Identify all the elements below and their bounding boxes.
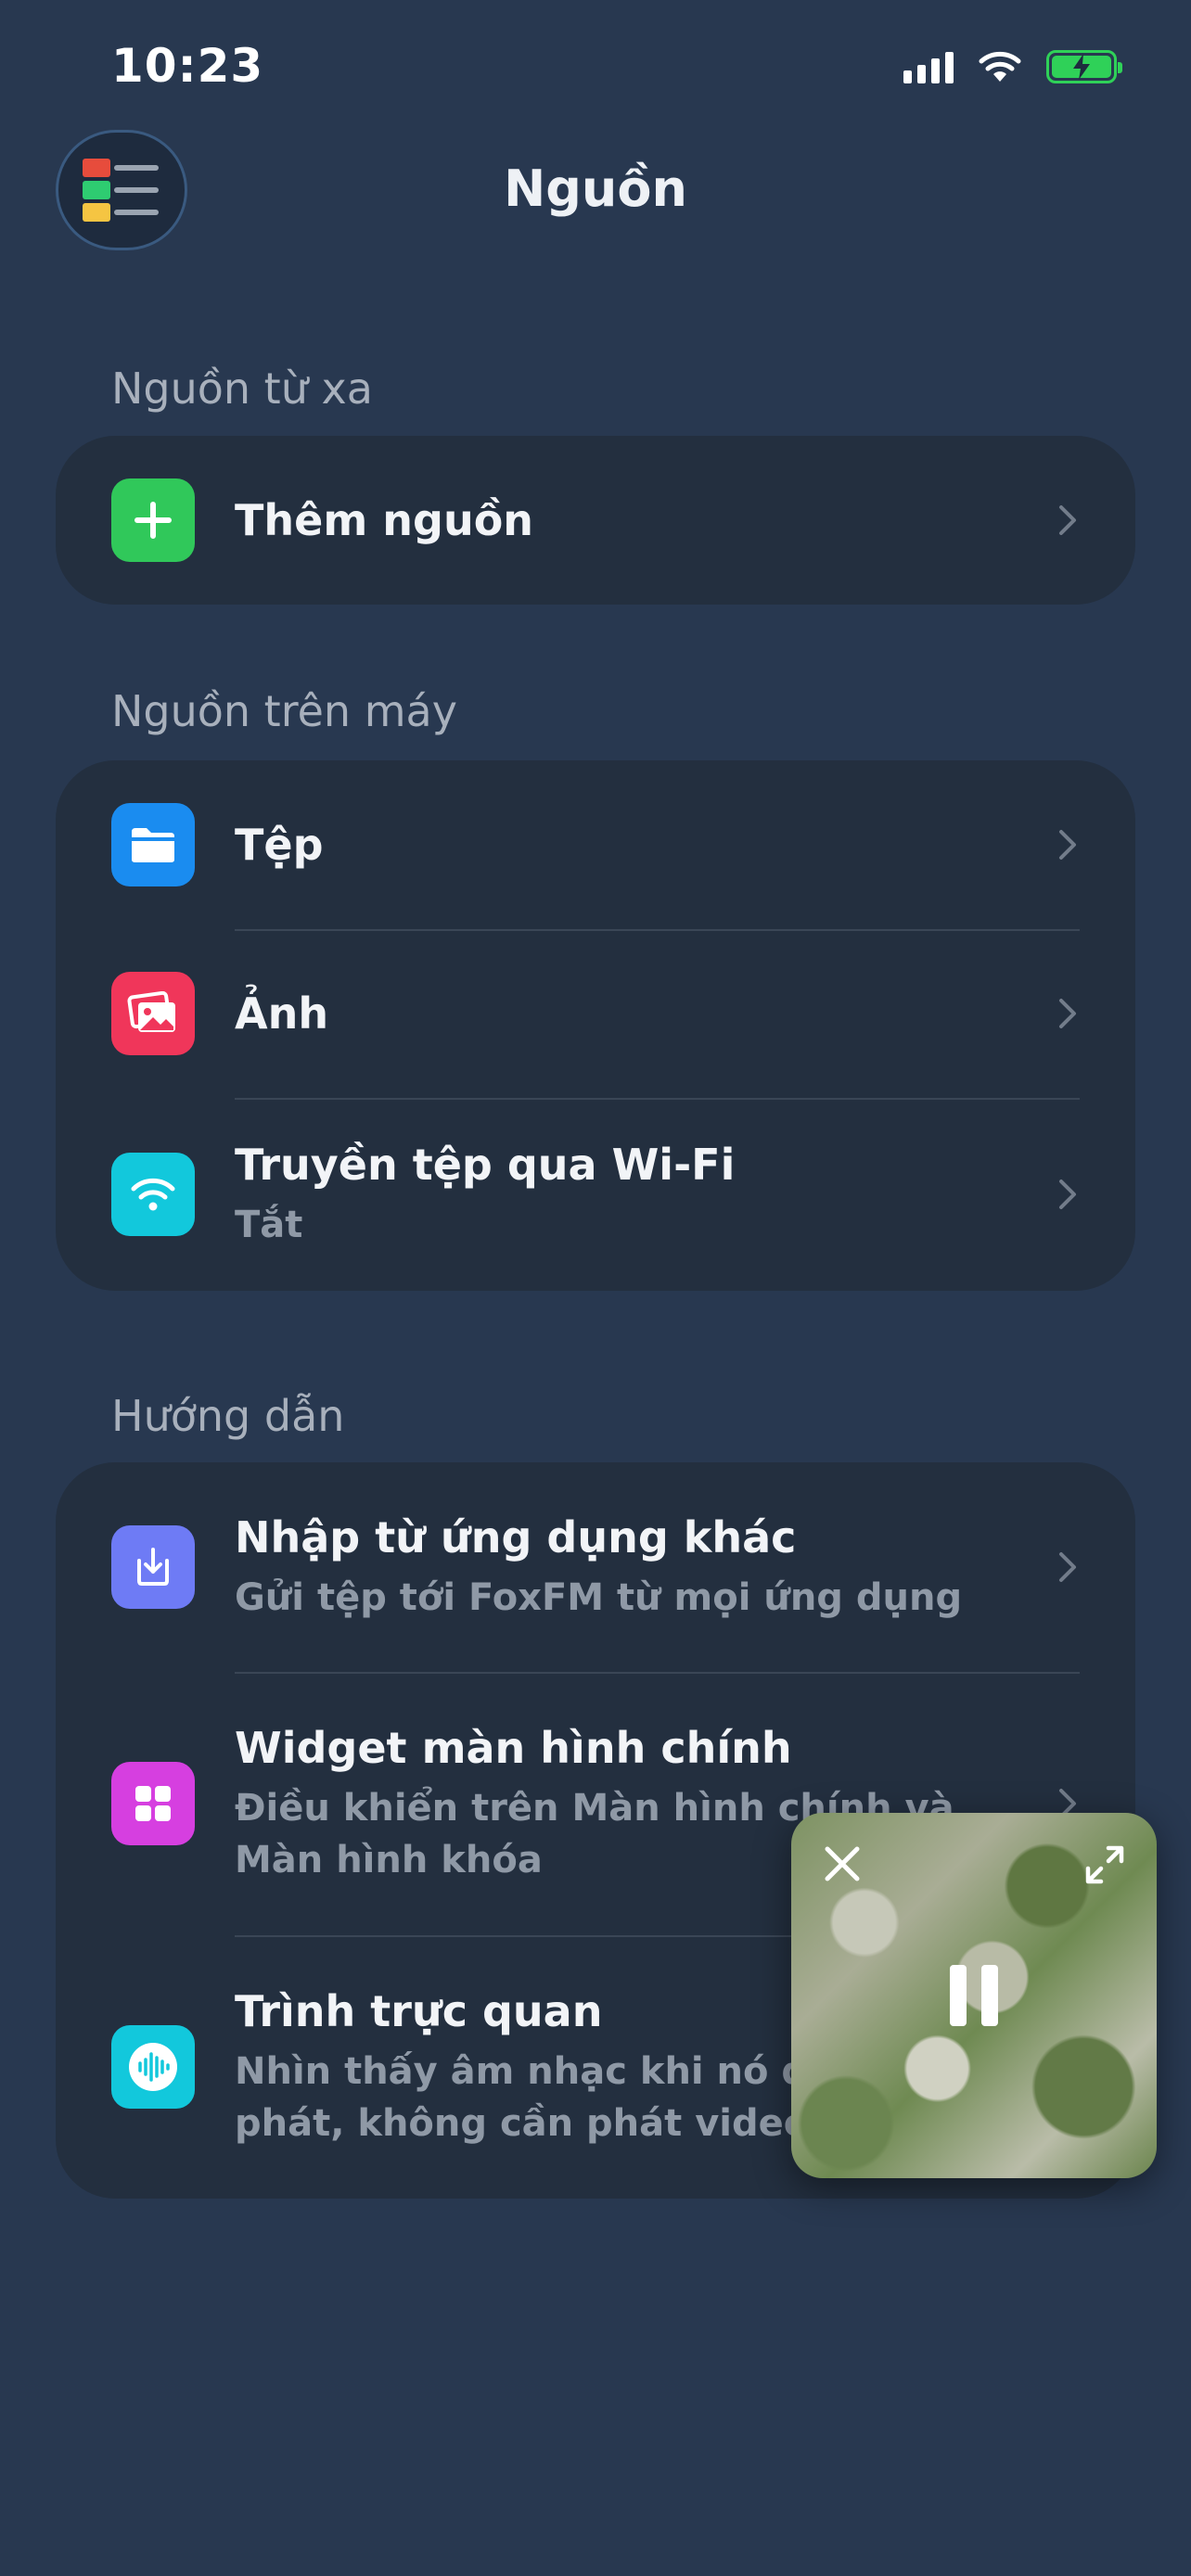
chevron-right-icon [1059, 830, 1076, 860]
row-divider [235, 1098, 1080, 1100]
page-title: Nguồn [504, 159, 687, 218]
photos-row[interactable]: Ảnh [56, 929, 1135, 1098]
add-source-row[interactable]: Thêm nguồn [56, 436, 1135, 605]
status-time: 10:23 [111, 39, 264, 93]
section-label-local: Nguồn trên máy [111, 686, 457, 736]
wifi-icon [979, 51, 1021, 82]
import-guide-subtitle: Gửi tệp tới FoxFM từ mọi ứng dụng [235, 1576, 963, 1619]
row-divider [235, 1672, 1080, 1674]
waveform-icon [111, 2025, 195, 2109]
chevron-right-icon [1059, 505, 1076, 535]
import-guide-title: Nhập từ ứng dụng khác [235, 1512, 797, 1562]
pause-icon [950, 1965, 998, 2026]
wifi-transfer-label: Truyền tệp qua Wi-Fi [235, 1140, 736, 1190]
section-label-guides: Hướng dẫn [111, 1391, 345, 1441]
files-row[interactable]: Tệp [56, 760, 1135, 929]
cellular-signal-icon [903, 50, 954, 83]
expand-icon [1085, 1845, 1124, 1884]
photos-label: Ảnh [235, 988, 329, 1039]
add-source-label: Thêm nguồn [235, 495, 534, 545]
picture-in-picture-player[interactable] [791, 1813, 1157, 2178]
files-label: Tệp [235, 820, 324, 870]
import-icon [111, 1525, 195, 1609]
widget-guide-title: Widget màn hình chính [235, 1723, 792, 1773]
status-icons [903, 50, 1122, 83]
remote-sources-card: Thêm nguồn [56, 436, 1135, 605]
row-divider [235, 929, 1080, 931]
import-guide-row[interactable]: Nhập từ ứng dụng khác Gửi tệp tới FoxFM … [56, 1462, 1135, 1672]
wifi-icon [111, 1153, 195, 1236]
wifi-transfer-row[interactable]: Truyền tệp qua Wi-Fi Tắt [56, 1098, 1135, 1291]
widget-grid-icon [111, 1762, 195, 1845]
pip-close-button[interactable] [819, 1841, 865, 1887]
folder-icon [111, 803, 195, 886]
chevron-right-icon [1059, 1552, 1076, 1582]
pip-pause-button[interactable] [928, 1949, 1020, 2042]
chevron-right-icon [1059, 999, 1076, 1028]
battery-charging-icon [1046, 50, 1122, 83]
pip-expand-button[interactable] [1081, 1841, 1129, 1889]
photos-icon [111, 972, 195, 1055]
section-label-remote: Nguồn từ xa [111, 363, 373, 414]
close-icon [825, 1846, 860, 1881]
wifi-transfer-status: Tắt [235, 1204, 303, 1246]
chevron-right-icon [1059, 1180, 1076, 1209]
plus-icon [111, 478, 195, 562]
local-sources-card: Tệp Ảnh Truyền tệp qua Wi-Fi Tắt [56, 760, 1135, 1291]
